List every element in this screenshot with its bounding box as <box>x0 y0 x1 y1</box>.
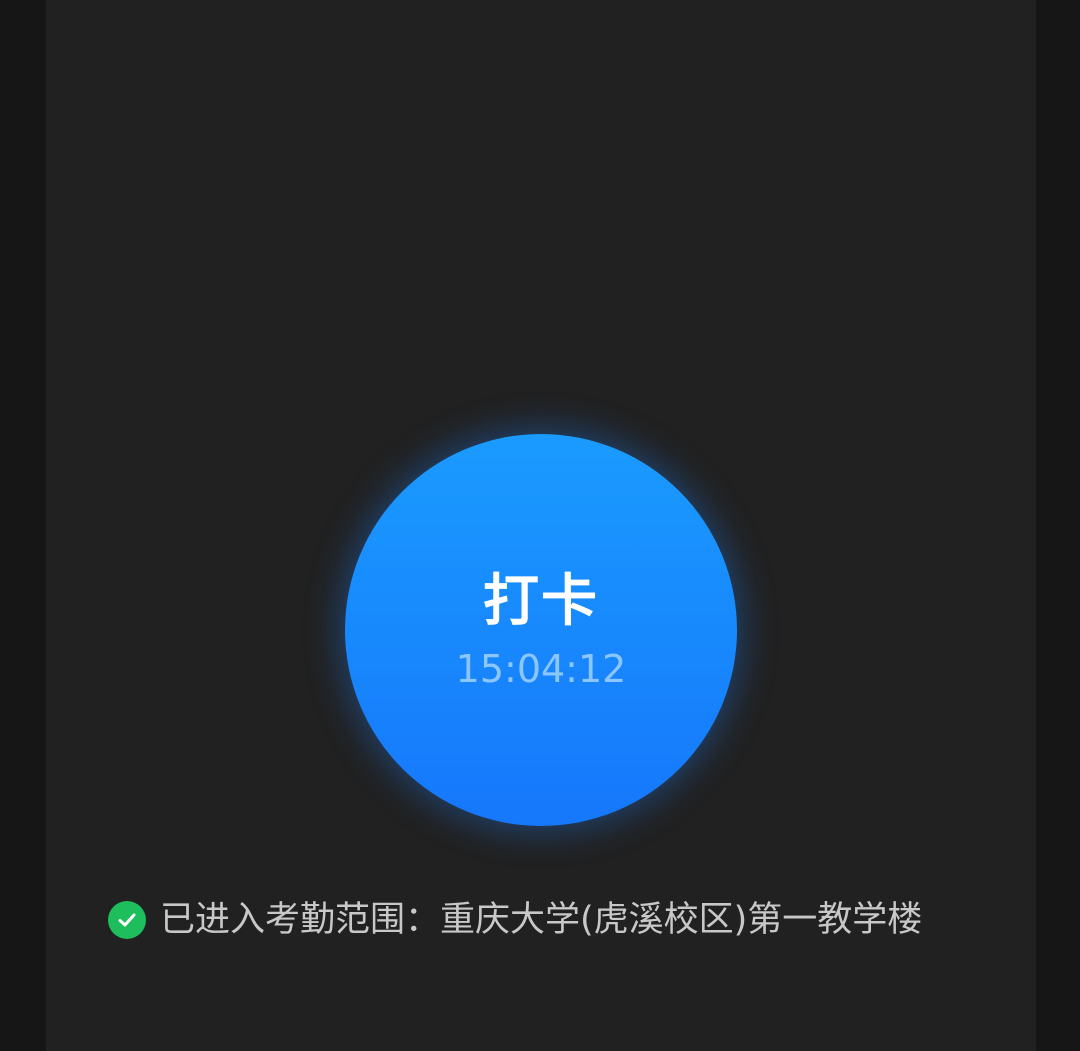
attendance-status: 已进入考勤范围：重庆大学(虎溪校区)第一教学楼 <box>108 896 922 944</box>
punch-time: 15:04:12 <box>455 647 627 691</box>
screen: 打卡 15:04:12 已进入考勤范围：重庆大学(虎溪校区)第一教学楼 <box>0 0 1080 1051</box>
attendance-status-text: 已进入考勤范围：重庆大学(虎溪校区)第一教学楼 <box>160 900 923 940</box>
punch-in-button[interactable]: 打卡 15:04:12 <box>345 434 737 826</box>
check-circle-icon <box>108 901 146 939</box>
punch-label: 打卡 <box>483 569 599 634</box>
